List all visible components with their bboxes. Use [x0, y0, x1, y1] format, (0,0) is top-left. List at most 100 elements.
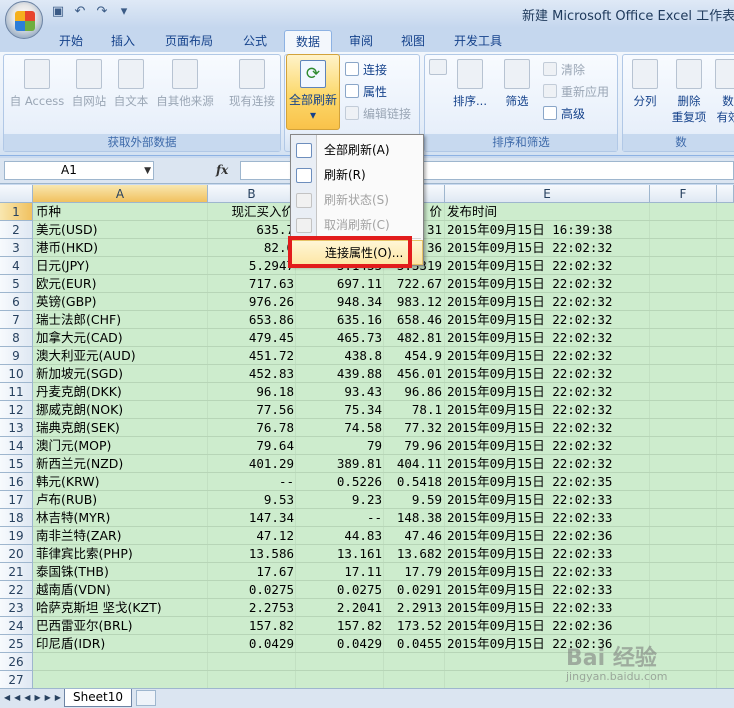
table-cell[interactable]: 2015年09月15日 22:02:32	[447, 311, 647, 329]
name-box[interactable]: A1 ▼	[4, 161, 154, 180]
name-box-dropdown-icon[interactable]: ▼	[144, 163, 151, 180]
table-cell[interactable]: 147.34	[210, 509, 294, 527]
column-header-b[interactable]: B	[208, 185, 296, 203]
table-cell[interactable]: 越南盾(VDN)	[36, 581, 206, 599]
tab-formulas[interactable]: 公式	[232, 30, 278, 52]
table-cell[interactable]: 2015年09月15日 22:02:32	[447, 239, 647, 257]
table-cell[interactable]: 74.58	[298, 419, 382, 437]
table-cell[interactable]: 9.59	[386, 491, 442, 509]
row-header[interactable]: 10	[0, 365, 33, 383]
table-cell[interactable]: 发布时间	[447, 203, 647, 221]
table-cell[interactable]: 2015年09月15日 22:02:35	[447, 473, 647, 491]
table-cell[interactable]: 79.96	[386, 437, 442, 455]
refresh-all-dropdown-icon[interactable]: ▾	[310, 108, 316, 122]
table-cell[interactable]: 79.64	[210, 437, 294, 455]
table-cell[interactable]	[36, 653, 206, 671]
table-cell[interactable]: 卢布(RUB)	[36, 491, 206, 509]
table-cell[interactable]: 2015年09月15日 22:02:32	[447, 419, 647, 437]
table-cell[interactable]: 404.11	[386, 455, 442, 473]
table-cell[interactable]: 96.86	[386, 383, 442, 401]
table-cell[interactable]: 韩元(KRW)	[36, 473, 206, 491]
table-cell[interactable]: 2015年09月15日 22:02:32	[447, 455, 647, 473]
from-text-button[interactable]: 自文本	[108, 59, 154, 129]
remove-duplicates-button[interactable]: 删除 重复项	[667, 59, 711, 129]
tab-data[interactable]: 数据	[284, 30, 332, 52]
table-cell[interactable]: 欧元(EUR)	[36, 275, 206, 293]
table-cell[interactable]: 0.0275	[298, 581, 382, 599]
edit-links-button[interactable]: 编辑链接	[345, 105, 411, 123]
table-cell[interactable]: 13.586	[210, 545, 294, 563]
select-all-corner[interactable]	[0, 185, 33, 203]
table-cell[interactable]: 2015年09月15日 22:02:32	[447, 437, 647, 455]
table-cell[interactable]: 哈萨克斯坦 坚戈(KZT)	[36, 599, 206, 617]
row-header[interactable]: 3	[0, 239, 33, 257]
table-cell[interactable]: 2.2041	[298, 599, 382, 617]
row-header[interactable]: 22	[0, 581, 33, 599]
table-cell[interactable]: 93.43	[298, 383, 382, 401]
table-cell[interactable]: 157.82	[298, 617, 382, 635]
table-cell[interactable]: 17.79	[386, 563, 442, 581]
table-cell[interactable]: 新加坡元(SGD)	[36, 365, 206, 383]
row-header[interactable]: 14	[0, 437, 33, 455]
table-cell[interactable]: 465.73	[298, 329, 382, 347]
column-header-a[interactable]: A	[33, 185, 208, 203]
table-cell[interactable]: 635.7	[210, 221, 294, 239]
table-cell[interactable]: 697.11	[298, 275, 382, 293]
data-validation-button[interactable]: 数有效	[713, 59, 734, 129]
row-header[interactable]: 18	[0, 509, 33, 527]
table-cell[interactable]: 722.67	[386, 275, 442, 293]
office-button[interactable]	[5, 1, 43, 39]
row-header[interactable]: 17	[0, 491, 33, 509]
menu-item-refresh-status[interactable]: 刷新状态(S)	[291, 188, 423, 213]
table-cell[interactable]: 77.32	[386, 419, 442, 437]
table-cell[interactable]: 47.12	[210, 527, 294, 545]
table-cell[interactable]: 9.23	[298, 491, 382, 509]
table-cell[interactable]: 75.34	[298, 401, 382, 419]
table-cell[interactable]: 17.11	[298, 563, 382, 581]
table-cell[interactable]	[298, 653, 382, 671]
table-cell[interactable]: 948.34	[298, 293, 382, 311]
table-cell[interactable]: 2015年09月15日 22:02:32	[447, 347, 647, 365]
from-other-sources-button[interactable]: 自其他来源	[152, 59, 218, 129]
table-cell[interactable]: 401.29	[210, 455, 294, 473]
row-header[interactable]: 2	[0, 221, 33, 239]
table-cell[interactable]: 82.0	[210, 239, 294, 257]
table-cell[interactable]: 44.83	[298, 527, 382, 545]
table-cell[interactable]: 0.0429	[298, 635, 382, 653]
table-cell[interactable]: 印尼盾(IDR)	[36, 635, 206, 653]
row-header[interactable]: 12	[0, 401, 33, 419]
table-cell[interactable]: 79	[298, 437, 382, 455]
table-cell[interactable]: 美元(USD)	[36, 221, 206, 239]
table-cell[interactable]: 日元(JPY)	[36, 257, 206, 275]
row-header[interactable]: 24	[0, 617, 33, 635]
table-cell[interactable]	[210, 671, 294, 688]
tab-page-layout[interactable]: 页面布局	[156, 30, 222, 52]
table-cell[interactable]: 2015年09月15日 22:02:32	[447, 329, 647, 347]
table-cell[interactable]: 653.86	[210, 311, 294, 329]
table-cell[interactable]: --	[210, 473, 294, 491]
table-cell[interactable]: 452.83	[210, 365, 294, 383]
table-cell[interactable]	[298, 671, 382, 688]
table-cell[interactable]: 17.67	[210, 563, 294, 581]
from-web-button[interactable]: 自网站	[66, 59, 112, 129]
sheet-nav-icons[interactable]: ◀◀◀▶▶▶	[4, 693, 65, 702]
table-cell[interactable]: 0.0291	[386, 581, 442, 599]
row-header[interactable]: 5	[0, 275, 33, 293]
table-cell[interactable]: 439.88	[298, 365, 382, 383]
menu-item-refresh-all[interactable]: 全部刷新(A)	[291, 138, 423, 163]
table-cell[interactable]: 菲律宾比索(PHP)	[36, 545, 206, 563]
sort-az-button[interactable]	[427, 59, 449, 129]
table-cell[interactable]: 2015年09月15日 22:02:32	[447, 365, 647, 383]
row-header[interactable]: 11	[0, 383, 33, 401]
column-header-f[interactable]: F	[650, 185, 717, 203]
row-header[interactable]: 21	[0, 563, 33, 581]
row-header[interactable]: 8	[0, 329, 33, 347]
row-header[interactable]: 27	[0, 671, 33, 688]
tab-insert[interactable]: 插入	[100, 30, 146, 52]
table-cell[interactable]: 现汇买入价	[210, 203, 294, 221]
table-cell[interactable]	[210, 653, 294, 671]
menu-item-refresh[interactable]: 刷新(R)	[291, 163, 423, 188]
table-cell[interactable]: 港币(HKD)	[36, 239, 206, 257]
table-cell[interactable]: 2015年09月15日 22:02:33	[447, 545, 647, 563]
sort-button[interactable]: 排序...	[451, 59, 489, 129]
